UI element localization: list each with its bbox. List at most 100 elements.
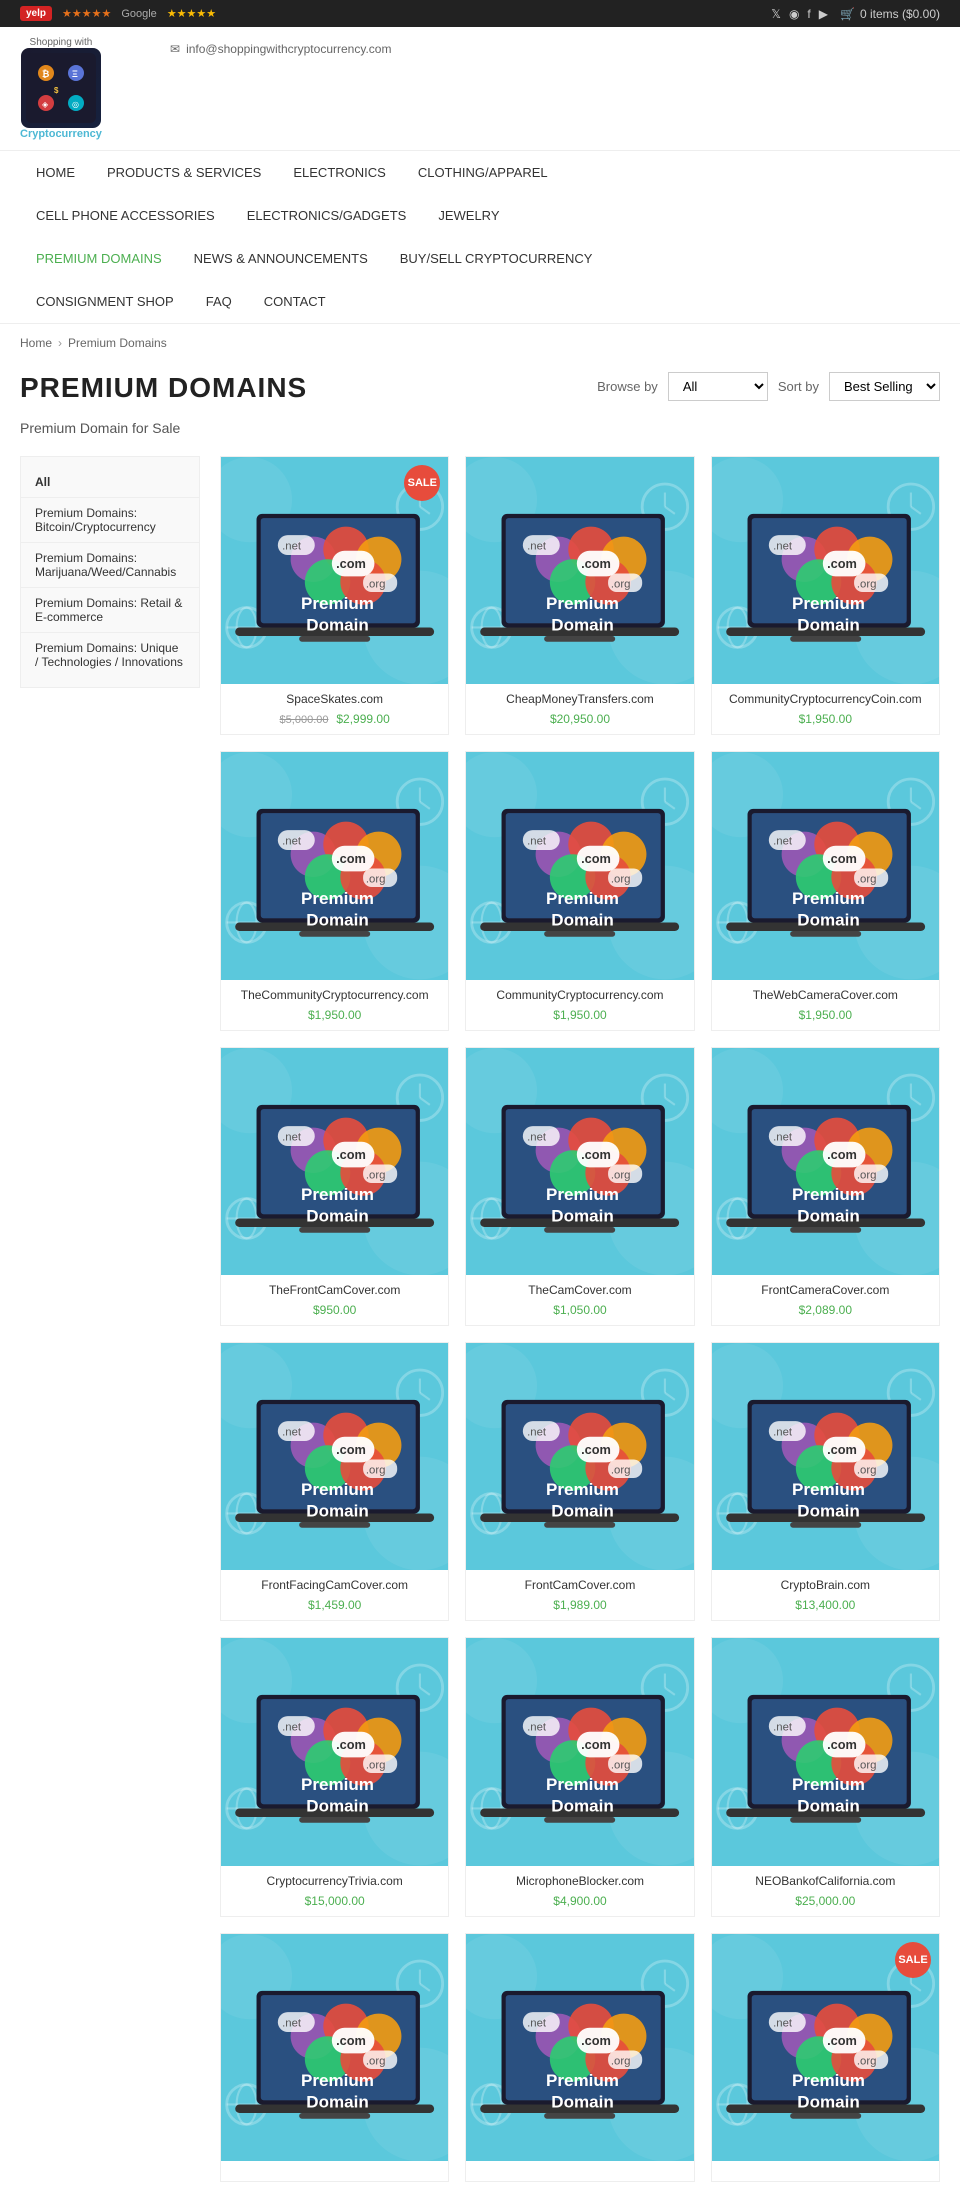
- svg-text:.net: .net: [282, 1722, 302, 1734]
- svg-text:Domain: Domain: [306, 615, 368, 634]
- product-card[interactable]: .com .net .org Premium Domain FrontCamCo…: [465, 1342, 694, 1621]
- product-card[interactable]: SALE: [220, 456, 449, 735]
- product-original-price: $5,000.00: [280, 714, 329, 726]
- product-image: .com .net .org Premium Domain: [221, 1343, 448, 1570]
- svg-text:.org: .org: [611, 1465, 631, 1477]
- top-bar-right: 𝕏 ◉ f ▶ 🛒 0 items ($0.00): [771, 7, 940, 21]
- product-name: TheCommunityCryptocurrency.com: [229, 988, 440, 1002]
- controls-row: Browse by All Sort by Best Selling: [597, 372, 940, 401]
- browse-by-select[interactable]: All: [668, 372, 768, 401]
- svg-text:Domain: Domain: [552, 615, 614, 634]
- youtube-icon[interactable]: ▶: [819, 7, 828, 21]
- nav-electronics[interactable]: ELECTRONICS: [277, 151, 401, 194]
- yelp-stars: ★★★★★: [62, 7, 111, 20]
- svg-text:.com: .com: [336, 1442, 366, 1457]
- top-bar-left: yelp ★★★★★ Google ★★★★★: [20, 6, 216, 21]
- sidebar-item-retail[interactable]: Premium Domains: Retail & E-commerce: [21, 588, 199, 633]
- product-card[interactable]: .com .net .org Premium Domain TheCamCove…: [465, 1047, 694, 1326]
- svg-text:Premium: Premium: [792, 889, 865, 908]
- svg-text:Domain: Domain: [306, 1501, 368, 1520]
- nav-clothing[interactable]: CLOTHING/APPAREL: [402, 151, 564, 194]
- product-card[interactable]: .com .net .org Premium Domain CheapMoney…: [465, 456, 694, 735]
- svg-text:.net: .net: [527, 1131, 547, 1143]
- nav-home[interactable]: HOME: [20, 151, 91, 194]
- product-image: .com .net .org Premium Domain: [466, 1638, 693, 1865]
- svg-text:.com: .com: [581, 1146, 611, 1161]
- svg-text:.org: .org: [611, 1169, 631, 1181]
- product-price: $1,050.00: [553, 1303, 606, 1317]
- svg-text:.org: .org: [857, 2055, 877, 2067]
- svg-text:.net: .net: [282, 1131, 302, 1143]
- product-card[interactable]: .com .net .org Premium Domain TheFrontCa…: [220, 1047, 449, 1326]
- breadcrumb-separator: ›: [58, 336, 62, 350]
- product-card[interactable]: .com .net .org Premium Domain TheCommuni…: [220, 751, 449, 1030]
- product-name: FrontFacingCamCover.com: [229, 1578, 440, 1592]
- product-card[interactable]: .com .net .org Premium Domain CommunityC…: [711, 456, 940, 735]
- svg-text:Domain: Domain: [306, 911, 368, 930]
- svg-text:.com: .com: [336, 1737, 366, 1752]
- product-card[interactable]: .com .net .org Premium Domain CommunityC…: [465, 751, 694, 1030]
- svg-text:.org: .org: [366, 874, 386, 886]
- product-price-row: $4,900.00: [474, 1892, 685, 1908]
- svg-text:◎: ◎: [72, 100, 79, 109]
- product-image: .com .net .org Premium Domain: [221, 1048, 448, 1275]
- product-image: .com .net .org Premium Domain: [712, 1343, 939, 1570]
- breadcrumb-home[interactable]: Home: [20, 336, 52, 350]
- product-name: NEOBankofCalifornia.com: [720, 1874, 931, 1888]
- cart-info[interactable]: 🛒 0 items ($0.00): [840, 7, 940, 21]
- product-name: CryptoBrain.com: [720, 1578, 931, 1592]
- nav-products[interactable]: PRODUCTS & SERVICES: [91, 151, 277, 194]
- svg-text:.net: .net: [527, 836, 547, 848]
- svg-text:Premium: Premium: [792, 2071, 865, 2090]
- facebook-icon[interactable]: f: [807, 7, 810, 21]
- product-card[interactable]: .com .net .org Premium Domain TheWebCame…: [711, 751, 940, 1030]
- svg-text:Domain: Domain: [797, 2092, 859, 2111]
- sidebar-item-unique[interactable]: Premium Domains: Unique / Technologies /…: [21, 633, 199, 677]
- product-price: $4,900.00: [553, 1894, 606, 1908]
- product-price-row: $1,050.00: [474, 1301, 685, 1317]
- svg-text:.net: .net: [773, 1722, 793, 1734]
- nav-jewelry[interactable]: JEWELRY: [422, 194, 515, 237]
- nav-premium-domains[interactable]: PREMIUM DOMAINS: [20, 237, 178, 280]
- nav-electronics-gadgets[interactable]: ELECTRONICS/GADGETS: [231, 194, 423, 237]
- sidebar-item-all[interactable]: All: [21, 467, 199, 498]
- sort-by-select[interactable]: Best Selling: [829, 372, 940, 401]
- svg-text:.org: .org: [366, 1465, 386, 1477]
- header: Shopping with ₿ Ξ ◈ ◎ $ Cryptocurrency ✉…: [0, 27, 960, 151]
- svg-text:Domain: Domain: [552, 1206, 614, 1225]
- product-card[interactable]: .com .net .org Premium Domain FrontFacin…: [220, 1342, 449, 1621]
- nav-cell-phone[interactable]: CELL PHONE ACCESSORIES: [20, 194, 231, 237]
- page-content: PREMIUM DOMAINS Browse by All Sort by Be…: [0, 362, 960, 2212]
- cart-label: 0 items ($0.00): [860, 7, 940, 21]
- product-card[interactable]: .com .net .org Premium Domain CryptoBrai…: [711, 1342, 940, 1621]
- product-price-row: $15,000.00: [229, 1892, 440, 1908]
- page-title: PREMIUM DOMAINS: [20, 372, 307, 404]
- svg-text:Domain: Domain: [306, 2092, 368, 2111]
- product-name: CommunityCryptocurrency.com: [474, 988, 685, 1002]
- nav-buysell-crypto[interactable]: BUY/SELL CRYPTOCURRENCY: [384, 237, 609, 280]
- svg-text:Premium: Premium: [301, 594, 374, 613]
- product-info: MicrophoneBlocker.com $4,900.00: [466, 1866, 693, 1916]
- svg-text:Premium: Premium: [301, 889, 374, 908]
- svg-text:Premium: Premium: [792, 1775, 865, 1794]
- svg-text:Premium: Premium: [792, 594, 865, 613]
- main-nav: HOME PRODUCTS & SERVICES ELECTRONICS CLO…: [0, 151, 960, 324]
- product-card[interactable]: SALE: [711, 1933, 940, 2182]
- product-price: $1,950.00: [308, 1008, 361, 1022]
- nav-contact[interactable]: CONTACT: [248, 280, 342, 323]
- sidebar-item-marijuana[interactable]: Premium Domains: Marijuana/Weed/Cannabis: [21, 543, 199, 588]
- twitter-icon[interactable]: 𝕏: [771, 7, 781, 21]
- product-card[interactable]: .com .net .org Premium Domain FrontCamer…: [711, 1047, 940, 1326]
- svg-text:Premium: Premium: [546, 594, 619, 613]
- logo-area[interactable]: Shopping with ₿ Ξ ◈ ◎ $ Cryptocurrency: [20, 37, 102, 140]
- nav-faq[interactable]: FAQ: [190, 280, 248, 323]
- product-price: $1,950.00: [799, 712, 852, 726]
- product-card[interactable]: .com .net .org Premium Domain: [465, 1933, 694, 2182]
- product-card[interactable]: .com .net .org Premium Domain: [220, 1933, 449, 2182]
- svg-text:Domain: Domain: [306, 1797, 368, 1816]
- svg-text:Premium: Premium: [546, 1775, 619, 1794]
- sidebar-item-bitcoin[interactable]: Premium Domains: Bitcoin/Cryptocurrency: [21, 498, 199, 543]
- nav-news[interactable]: NEWS & ANNOUNCEMENTS: [178, 237, 384, 280]
- instagram-icon[interactable]: ◉: [789, 7, 799, 21]
- nav-consignment[interactable]: CONSIGNMENT SHOP: [20, 280, 190, 323]
